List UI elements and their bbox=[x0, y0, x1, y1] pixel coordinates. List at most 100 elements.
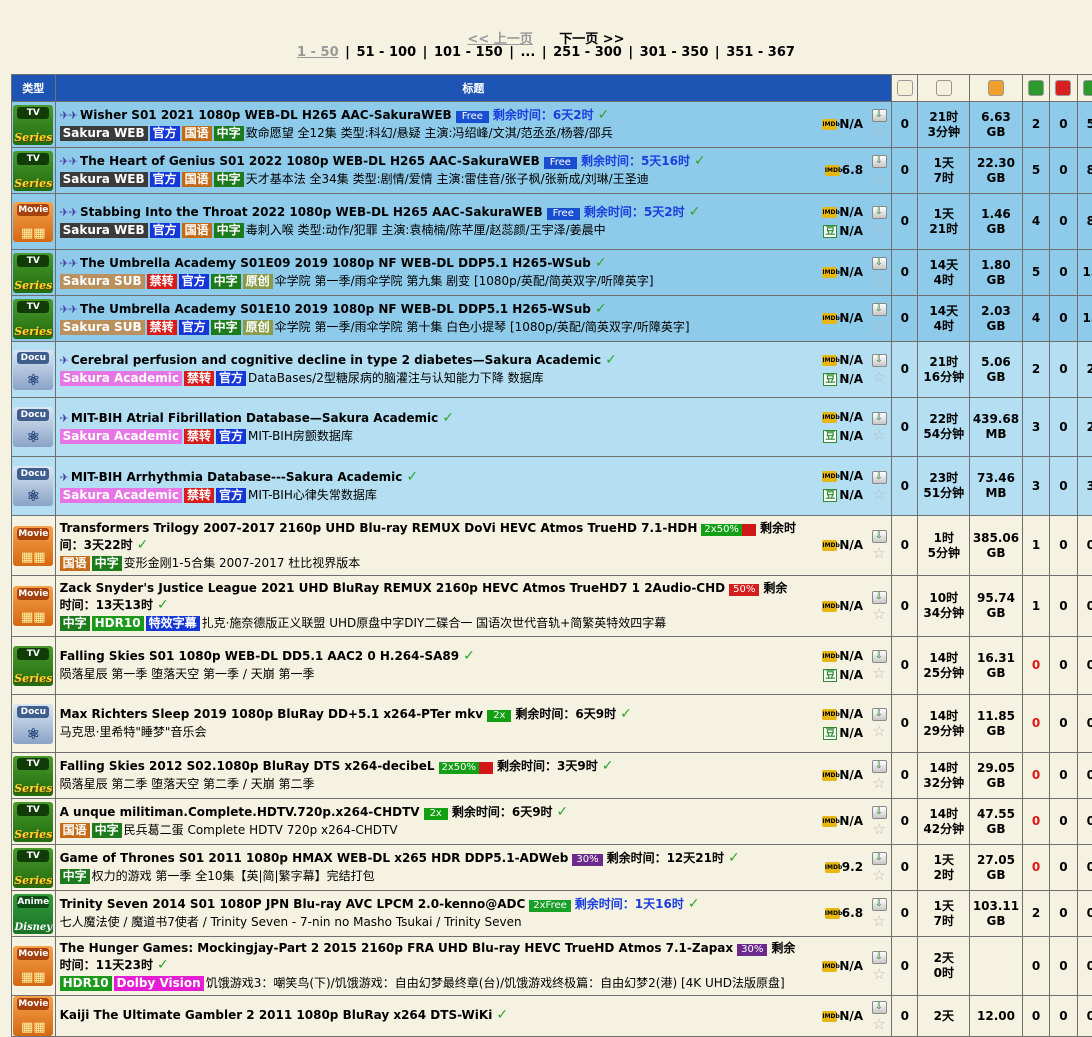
bookmark-star-icon[interactable]: ☆ bbox=[872, 319, 885, 334]
category-tv-icon[interactable]: TVSeries bbox=[13, 802, 53, 842]
seeders-cell[interactable]: 4 bbox=[1022, 296, 1049, 342]
completed-cell[interactable]: 0 bbox=[1077, 891, 1092, 937]
seeders-cell[interactable]: 0 bbox=[1022, 937, 1049, 996]
page-link[interactable]: 51 - 100 bbox=[356, 45, 416, 60]
download-icon[interactable]: ⇩ bbox=[872, 806, 887, 819]
download-icon[interactable]: ⇩ bbox=[872, 257, 887, 270]
download-icon[interactable]: ⇩ bbox=[872, 951, 887, 964]
comments-cell[interactable]: 0 bbox=[892, 937, 918, 996]
download-icon[interactable]: ⇩ bbox=[872, 650, 887, 663]
comments-cell[interactable]: 0 bbox=[892, 398, 918, 457]
col-size[interactable] bbox=[970, 75, 1023, 102]
category-movie-icon[interactable]: Movie▦▦ bbox=[13, 946, 53, 986]
completed-cell[interactable]: 0 bbox=[1077, 576, 1092, 637]
torrent-name-link[interactable]: The Hunger Games: Mockingjay-Part 2 2015… bbox=[60, 941, 734, 955]
col-completed[interactable] bbox=[1077, 75, 1092, 102]
seeders-cell[interactable]: 3 bbox=[1022, 457, 1049, 516]
category-docu-icon[interactable]: Docu⚛ bbox=[13, 466, 53, 506]
category-tv-icon[interactable]: TVSeries bbox=[13, 756, 53, 796]
bookmark-star-icon[interactable]: ☆ bbox=[872, 171, 885, 186]
download-icon[interactable]: ⇩ bbox=[872, 1001, 887, 1014]
torrent-name-link[interactable]: Wisher S01 2021 1080p WEB-DL H265 AAC-Sa… bbox=[80, 108, 452, 122]
comments-cell[interactable]: 0 bbox=[892, 753, 918, 799]
bookmark-star-icon[interactable]: ☆ bbox=[872, 428, 885, 443]
col-leechers[interactable] bbox=[1050, 75, 1077, 102]
completed-cell[interactable]: 0 bbox=[1077, 516, 1092, 576]
comments-cell[interactable]: 0 bbox=[892, 457, 918, 516]
category-tv-icon[interactable]: TVSeries bbox=[13, 299, 53, 339]
torrent-name-link[interactable]: Transformers Trilogy 2007-2017 2160p UHD… bbox=[60, 521, 698, 535]
completed-cell[interactable]: 3 bbox=[1077, 457, 1092, 516]
seeders-cell[interactable]: 2 bbox=[1022, 102, 1049, 148]
seeders-cell[interactable]: 0 bbox=[1022, 845, 1049, 891]
completed-cell[interactable]: 5 bbox=[1077, 102, 1092, 148]
seeders-cell[interactable]: 0 bbox=[1022, 996, 1049, 1037]
leechers-cell[interactable]: 0 bbox=[1050, 576, 1077, 637]
completed-cell[interactable]: 0 bbox=[1077, 799, 1092, 845]
leechers-cell[interactable]: 0 bbox=[1050, 194, 1077, 250]
completed-cell[interactable]: 15 bbox=[1077, 250, 1092, 296]
comments-cell[interactable]: 0 bbox=[892, 342, 918, 398]
bookmark-star-icon[interactable]: ☆ bbox=[872, 1017, 885, 1032]
torrent-name-link[interactable]: MIT-BIH Arrhythmia Database---Sakura Aca… bbox=[71, 470, 403, 484]
torrent-name-link[interactable]: Game of Thrones S01 2011 1080p HMAX WEB-… bbox=[60, 851, 569, 865]
seeders-cell[interactable]: 3 bbox=[1022, 398, 1049, 457]
leechers-cell[interactable]: 0 bbox=[1050, 516, 1077, 576]
torrent-name-link[interactable]: Zack Snyder's Justice League 2021 UHD Bl… bbox=[60, 581, 726, 595]
completed-cell[interactable]: 0 bbox=[1077, 637, 1092, 695]
torrent-name-link[interactable]: The Umbrella Academy S01E10 2019 1080p N… bbox=[80, 302, 591, 316]
bookmark-star-icon[interactable]: ☆ bbox=[872, 868, 885, 883]
bookmark-star-icon[interactable]: ☆ bbox=[872, 273, 885, 288]
category-movie-icon[interactable]: Movie▦▦ bbox=[13, 996, 53, 1036]
torrent-name-link[interactable]: The Heart of Genius S01 2022 1080p WEB-D… bbox=[80, 154, 540, 168]
completed-cell[interactable]: 0 bbox=[1077, 937, 1092, 996]
seeders-cell[interactable]: 4 bbox=[1022, 194, 1049, 250]
bookmark-star-icon[interactable]: ☆ bbox=[872, 822, 885, 837]
page-link[interactable]: 301 - 350 bbox=[640, 45, 709, 60]
col-title[interactable]: 标题 bbox=[55, 75, 891, 102]
download-icon[interactable]: ⇩ bbox=[872, 591, 887, 604]
category-tv-icon[interactable]: TVSeries bbox=[13, 105, 53, 145]
leechers-cell[interactable]: 0 bbox=[1050, 799, 1077, 845]
completed-cell[interactable]: 15 bbox=[1077, 296, 1092, 342]
leechers-cell[interactable]: 0 bbox=[1050, 296, 1077, 342]
seeders-cell[interactable]: 1 bbox=[1022, 516, 1049, 576]
torrent-name-link[interactable]: Kaiji The Ultimate Gambler 2 2011 1080p … bbox=[60, 1008, 493, 1022]
completed-cell[interactable]: 2 bbox=[1077, 342, 1092, 398]
torrent-name-link[interactable]: The Umbrella Academy S01E09 2019 1080p N… bbox=[80, 256, 591, 270]
comments-cell[interactable]: 0 bbox=[892, 799, 918, 845]
torrent-name-link[interactable]: Stabbing Into the Throat 2022 1080p WEB-… bbox=[80, 205, 543, 219]
torrent-name-link[interactable]: Falling Skies S01 1080p WEB-DL DD5.1 AAC… bbox=[60, 649, 460, 663]
comments-cell[interactable]: 0 bbox=[892, 250, 918, 296]
torrent-name-link[interactable]: Cerebral perfusion and cognitive decline… bbox=[71, 353, 601, 367]
completed-cell[interactable]: 0 bbox=[1077, 845, 1092, 891]
comments-cell[interactable]: 0 bbox=[892, 516, 918, 576]
bookmark-star-icon[interactable]: ☆ bbox=[872, 222, 885, 237]
comments-cell[interactable]: 0 bbox=[892, 194, 918, 250]
seeders-cell[interactable]: 5 bbox=[1022, 148, 1049, 194]
category-docu-icon[interactable]: Docu⚛ bbox=[13, 350, 53, 390]
download-icon[interactable]: ⇩ bbox=[872, 530, 887, 543]
torrent-name-link[interactable]: MIT-BIH Atrial Fibrillation Database—Sak… bbox=[71, 411, 438, 425]
category-tv-icon[interactable]: TVSeries bbox=[13, 253, 53, 293]
leechers-cell[interactable]: 0 bbox=[1050, 937, 1077, 996]
completed-cell[interactable]: 8 bbox=[1077, 194, 1092, 250]
comments-cell[interactable]: 0 bbox=[892, 845, 918, 891]
category-anime-icon[interactable]: AnimeDisney bbox=[13, 894, 53, 934]
seeders-cell[interactable]: 2 bbox=[1022, 891, 1049, 937]
comments-cell[interactable]: 0 bbox=[892, 996, 918, 1037]
bookmark-star-icon[interactable]: ☆ bbox=[872, 666, 885, 681]
download-icon[interactable]: ⇩ bbox=[872, 109, 887, 122]
bookmark-star-icon[interactable]: ☆ bbox=[872, 776, 885, 791]
leechers-cell[interactable]: 0 bbox=[1050, 891, 1077, 937]
download-icon[interactable]: ⇩ bbox=[872, 412, 887, 425]
category-docu-icon[interactable]: Docu⚛ bbox=[13, 407, 53, 447]
completed-cell[interactable]: 0 bbox=[1077, 996, 1092, 1037]
col-type[interactable]: 类型 bbox=[12, 75, 56, 102]
leechers-cell[interactable]: 0 bbox=[1050, 148, 1077, 194]
download-icon[interactable]: ⇩ bbox=[872, 898, 887, 911]
bookmark-star-icon[interactable]: ☆ bbox=[872, 607, 885, 622]
category-tv-icon[interactable]: TVSeries bbox=[13, 151, 53, 191]
seeders-cell[interactable]: 1 bbox=[1022, 576, 1049, 637]
leechers-cell[interactable]: 0 bbox=[1050, 342, 1077, 398]
